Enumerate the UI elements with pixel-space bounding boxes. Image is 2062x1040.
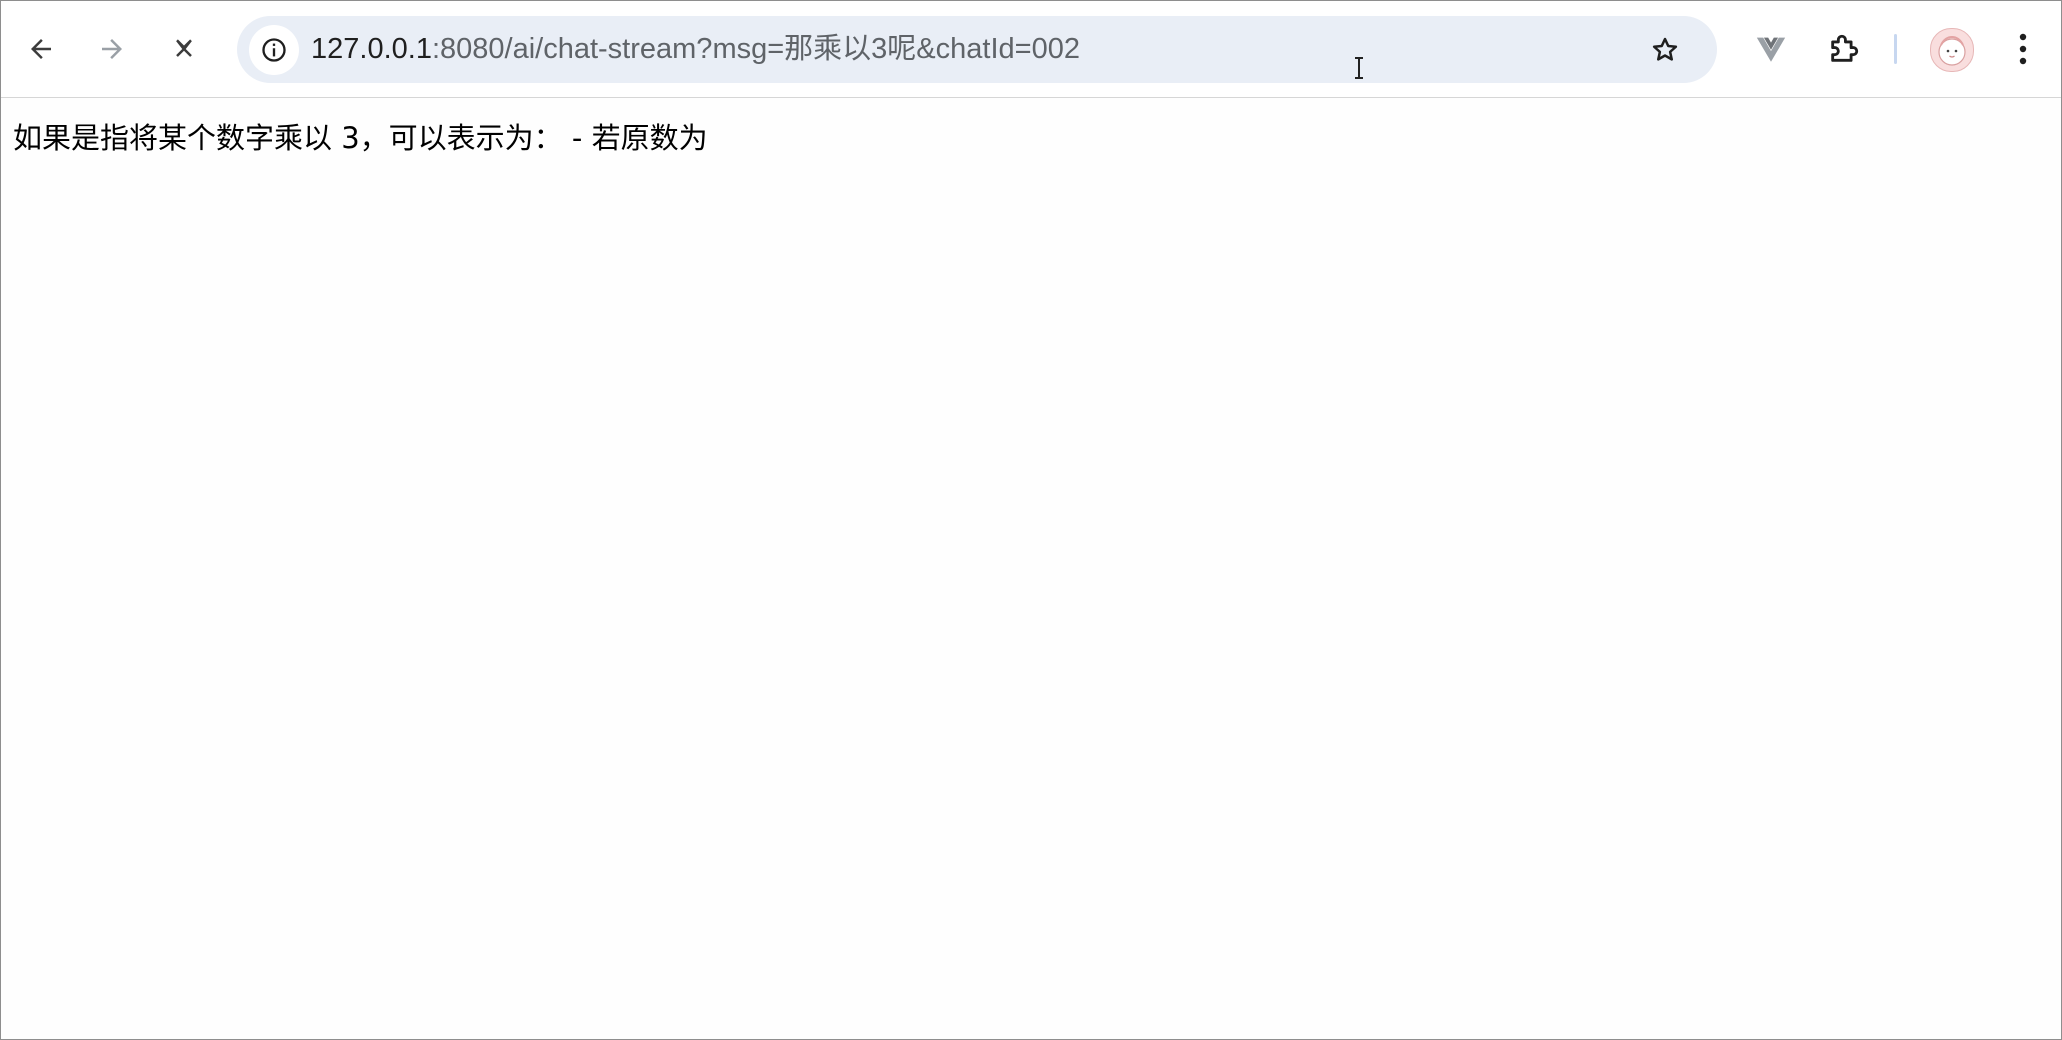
vue-devtools-extension-button[interactable] [1745,23,1797,75]
extensions-button[interactable] [1818,23,1870,75]
url-host: 127.0.0.1 [311,33,432,65]
forward-button[interactable] [82,19,142,79]
chat-response-text: 如果是指将某个数字乘以 3，可以表示为： - 若原数为 [13,121,708,155]
toolbar-divider [1894,34,1897,64]
bookmark-button[interactable] [1641,26,1689,74]
text-cursor-icon [1355,57,1363,79]
puzzle-extensions-icon [1831,34,1859,62]
browser-window: 127.0.0.1:8080/ai/chat-stream?msg=那乘以3呢&… [0,0,2062,1040]
back-button[interactable] [11,19,71,79]
close-icon [176,39,192,57]
more-vert-icon [2019,33,2027,65]
browser-menu-button[interactable] [2001,23,2045,75]
site-info-button[interactable] [249,25,299,75]
avatar[interactable] [1930,28,1974,72]
page-content: 如果是指将某个数字乘以 3，可以表示为： - 若原数为 [1,98,2061,1039]
url-text[interactable]: 127.0.0.1:8080/ai/chat-stream?msg=那乘以3呢&… [311,16,1080,83]
info-icon [262,38,286,62]
url-path: :8080/ai/chat-stream?msg=那乘以3呢&chatId=00… [431,33,1080,65]
address-bar[interactable]: 127.0.0.1:8080/ai/chat-stream?msg=那乘以3呢&… [237,16,1717,83]
profile-avatar-icon [1938,35,1966,66]
arrow-right-icon [102,39,122,59]
star-icon [1652,37,1678,61]
vue-devtools-icon [1756,37,1786,62]
stop-loading-button[interactable] [154,19,214,79]
browser-toolbar: 127.0.0.1:8080/ai/chat-stream?msg=那乘以3呢&… [1,1,2061,98]
arrow-left-icon [31,39,51,59]
